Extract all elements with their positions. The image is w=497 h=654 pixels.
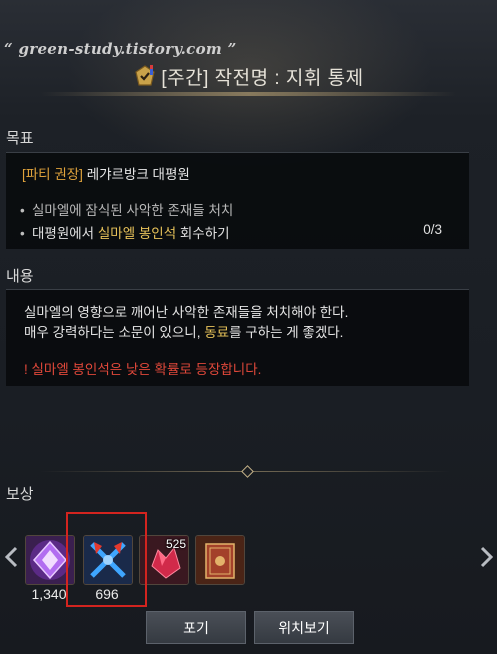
seal-stone-highlight: 실마엘 봉인석 bbox=[97, 226, 177, 241]
bullet: • bbox=[20, 226, 25, 241]
bullet: • bbox=[20, 203, 25, 218]
content-box: 실마엘의 영향으로 깨어난 사악한 존재들을 처치해야 한다. 매우 강력하다는… bbox=[6, 289, 469, 386]
red-book-icon bbox=[196, 536, 244, 584]
annotation-highlight-box bbox=[66, 512, 147, 607]
chevron-left-icon bbox=[4, 546, 18, 568]
quest-badge-icon bbox=[133, 64, 157, 88]
content-line-2: 매우 강력하다는 소문이 있으니, 동료를 구하는 게 좋겠다. bbox=[24, 321, 343, 341]
reward-item-4[interactable] bbox=[195, 535, 245, 585]
content-label: 내용 bbox=[6, 268, 34, 285]
objective-location: 레갸르방크 대평원 bbox=[86, 167, 190, 182]
objective-label: 목표 bbox=[6, 130, 34, 147]
objective-progress: 0/3 bbox=[423, 222, 442, 237]
objective-title: [파티 권장] 레갸르방크 대평원 bbox=[22, 163, 190, 183]
objective-box: [파티 권장] 레갸르방크 대평원 • 실마엘에 잠식된 사악한 존재들 처치 •… bbox=[6, 152, 469, 249]
party-recommended-tag: [파티 권장] bbox=[22, 167, 83, 182]
watermark-text: green-study.tistory.com bbox=[18, 40, 223, 58]
objective-row: • 실마엘에 잠식된 사악한 존재들 처치 bbox=[20, 199, 233, 219]
companion-highlight: 동료 bbox=[204, 325, 230, 340]
watermark: “ green-study.tistory.com ” bbox=[4, 40, 237, 58]
content-line-1: 실마엘의 영향으로 깨어난 사악한 존재들을 처치해야 한다. bbox=[24, 305, 349, 320]
content-line-2-pre: 매우 강력하다는 소문이 있으니, bbox=[24, 325, 205, 340]
quest-title-bar: [주간] 작전명 : 지휘 통제 bbox=[0, 58, 497, 94]
view-location-button[interactable]: 위치보기 bbox=[254, 611, 354, 644]
quest-title: [주간] 작전명 : 지휘 통제 bbox=[161, 67, 364, 89]
objective-text-pre: 대평원에서 bbox=[32, 226, 98, 241]
abandon-button[interactable]: 포기 bbox=[146, 611, 246, 644]
title-ornament bbox=[40, 92, 457, 96]
objective-row: • 대평원에서 실마엘 봉인석 회수하기 0/3 bbox=[20, 222, 458, 242]
reward-stack-count: 525 bbox=[165, 537, 186, 551]
chevron-right-icon bbox=[480, 546, 494, 568]
reward-label: 보상 bbox=[6, 486, 34, 503]
scroll-left-button[interactable] bbox=[2, 545, 22, 569]
objective-text: 실마엘에 잠식된 사악한 존재들 처치 bbox=[32, 203, 234, 218]
objective-text-post: 회수하기 bbox=[176, 226, 230, 241]
scroll-right-button[interactable] bbox=[476, 545, 496, 569]
drop-rate-warning: ! 실마엘 봉인석은 낮은 확률로 등장합니다. bbox=[24, 362, 262, 377]
content-line-2-post: 를 구하는 게 좋겠다. bbox=[229, 325, 344, 340]
